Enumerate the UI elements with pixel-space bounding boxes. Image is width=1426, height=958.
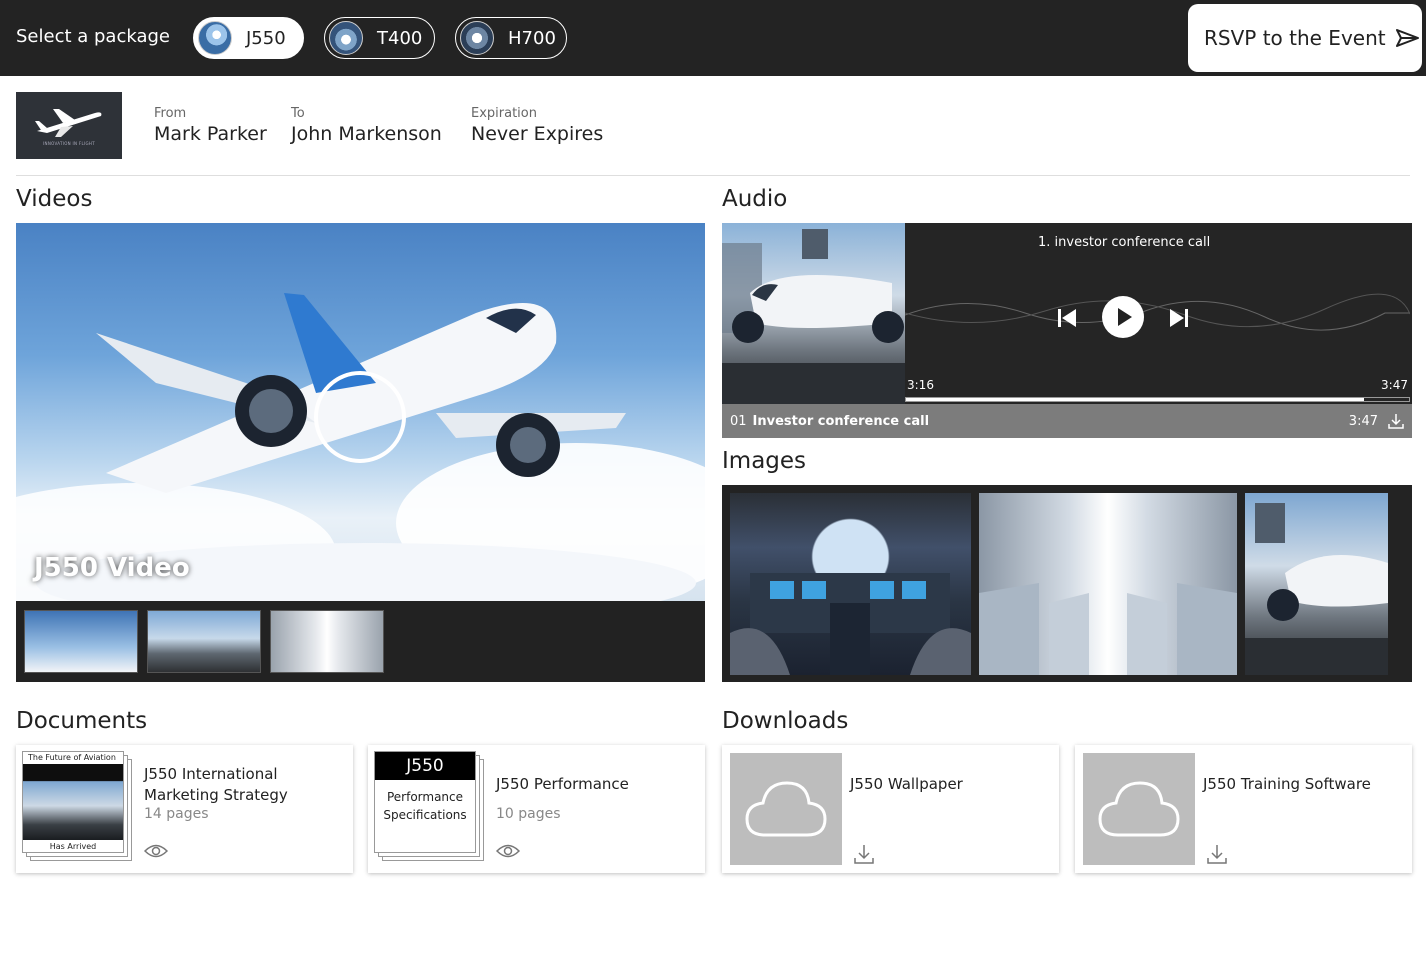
cover-image — [23, 764, 123, 840]
expiration-value: Never Expires — [471, 123, 604, 145]
videos-heading: Videos — [16, 186, 93, 212]
download-card[interactable]: J550 Wallpaper — [722, 745, 1059, 873]
download-icon[interactable] — [854, 844, 874, 864]
audio-current-time: 3:16 — [907, 378, 934, 392]
document-page-count: 10 pages — [496, 806, 561, 822]
video-thumbnail[interactable] — [24, 610, 138, 673]
cloud-icon — [1098, 781, 1180, 837]
audio-play-button[interactable] — [1102, 296, 1144, 338]
track-list-item[interactable]: 01 Investor conference call 3:47 — [722, 404, 1412, 438]
download-icon[interactable] — [1207, 844, 1227, 864]
now-playing-title: 1. investor conference call — [1038, 235, 1211, 250]
audio-player: 1. investor conference call 3:16 3:47 01… — [722, 223, 1412, 438]
download-card[interactable]: J550 Training Software — [1075, 745, 1412, 873]
from-value: Mark Parker — [154, 123, 267, 145]
logo-caption: INNOVATION IN FLIGHT — [43, 141, 95, 146]
video-panel: J550 Video — [16, 223, 705, 682]
gallery-image-cockpit[interactable] — [730, 493, 971, 675]
package-j550-button[interactable]: J550 — [193, 17, 304, 59]
downloads-heading: Downloads — [722, 708, 849, 734]
gallery-image-cabin[interactable] — [979, 493, 1237, 675]
documents-heading: Documents — [16, 708, 148, 734]
cover-footer: Has Arrived — [49, 842, 97, 851]
gallery-image-airplane[interactable] — [1245, 493, 1388, 675]
document-card[interactable]: The Future of Aviation Has Arrived J550 … — [16, 745, 353, 873]
document-card[interactable]: J550 Performance Specifications J550 Per… — [368, 745, 705, 873]
package-h700-label: H700 — [508, 27, 556, 49]
cover-header: The Future of Aviation — [28, 753, 116, 762]
previous-track-icon[interactable] — [1056, 307, 1078, 329]
cover-body-line: Performance — [386, 790, 464, 804]
from-label: From — [154, 106, 187, 121]
document-cover: The Future of Aviation Has Arrived — [22, 751, 132, 861]
track-name: Investor conference call — [752, 413, 930, 429]
parked-airplane-illustration — [722, 229, 905, 404]
images-heading: Images — [722, 448, 807, 474]
package-h700-button[interactable]: H700 — [455, 17, 567, 59]
document-title: J550 Performance — [496, 775, 629, 793]
video-thumbnail[interactable] — [270, 610, 384, 673]
to-label: To — [291, 106, 305, 121]
image-gallery — [722, 485, 1412, 682]
cloud-icon — [745, 781, 827, 837]
audio-heading: Audio — [722, 186, 788, 212]
download-title: J550 Training Software — [1203, 775, 1371, 793]
rsvp-button[interactable]: RSVP to the Event — [1188, 4, 1422, 72]
cabin-illustration — [979, 583, 1237, 675]
package-t400-label: T400 — [377, 27, 423, 49]
video-title: J550 Video — [34, 553, 190, 583]
video-thumbnail-strip — [24, 610, 384, 673]
airplane-photo-illustration — [1245, 503, 1388, 675]
package-j550-thumbnail — [198, 21, 232, 55]
download-thumbnail — [1083, 753, 1195, 865]
next-track-icon[interactable] — [1168, 307, 1190, 329]
package-j550-label: J550 — [246, 27, 286, 49]
video-player[interactable]: J550 Video — [16, 223, 705, 601]
from-field: From Mark Parker — [154, 106, 267, 145]
package-h700-thumbnail — [460, 21, 494, 55]
cover-page: J550 Performance Specifications — [374, 751, 476, 853]
cover-header: J550 — [375, 752, 475, 780]
eye-icon[interactable] — [144, 843, 168, 859]
download-title: J550 Wallpaper — [850, 775, 963, 793]
track-number: 01 — [730, 413, 747, 429]
video-thumbnail[interactable] — [147, 610, 261, 673]
airplane-logo-icon — [35, 109, 102, 137]
to-value: John Markenson — [291, 123, 442, 145]
document-page-count: 14 pages — [144, 806, 209, 822]
audio-progress-fill — [906, 398, 1364, 401]
cover-body: Performance Specifications — [375, 788, 475, 824]
audio-waveform — [905, 293, 1410, 331]
audio-cover-art — [722, 223, 905, 404]
header-divider — [16, 175, 1410, 176]
download-thumbnail — [730, 753, 842, 865]
document-title: J550 International Marketing Strategy — [144, 765, 288, 804]
cockpit-illustration — [730, 573, 971, 675]
audio-total-time: 3:47 — [1381, 378, 1408, 392]
top-bar: Select a package J550 T400 H700 RSVP to … — [0, 0, 1426, 76]
cover-page: The Future of Aviation Has Arrived — [22, 751, 124, 853]
expiration-field: Expiration Never Expires — [471, 106, 603, 145]
eye-icon[interactable] — [496, 843, 520, 859]
sender-logo: INNOVATION IN FLIGHT — [16, 92, 122, 159]
rsvp-label: RSVP to the Event — [1204, 26, 1386, 50]
track-duration: 3:47 — [1348, 413, 1378, 429]
select-package-label: Select a package — [16, 26, 170, 47]
document-cover: J550 Performance Specifications — [374, 751, 484, 861]
cover-body-line: Specifications — [383, 808, 467, 822]
send-icon — [1395, 29, 1419, 47]
video-play-button[interactable] — [314, 371, 406, 463]
package-t400-thumbnail — [329, 21, 363, 55]
package-t400-button[interactable]: T400 — [324, 17, 435, 59]
audio-progress-bar[interactable] — [905, 397, 1410, 402]
to-field: To John Markenson — [291, 106, 442, 145]
expiration-label: Expiration — [471, 106, 537, 121]
download-icon[interactable] — [1388, 413, 1404, 429]
